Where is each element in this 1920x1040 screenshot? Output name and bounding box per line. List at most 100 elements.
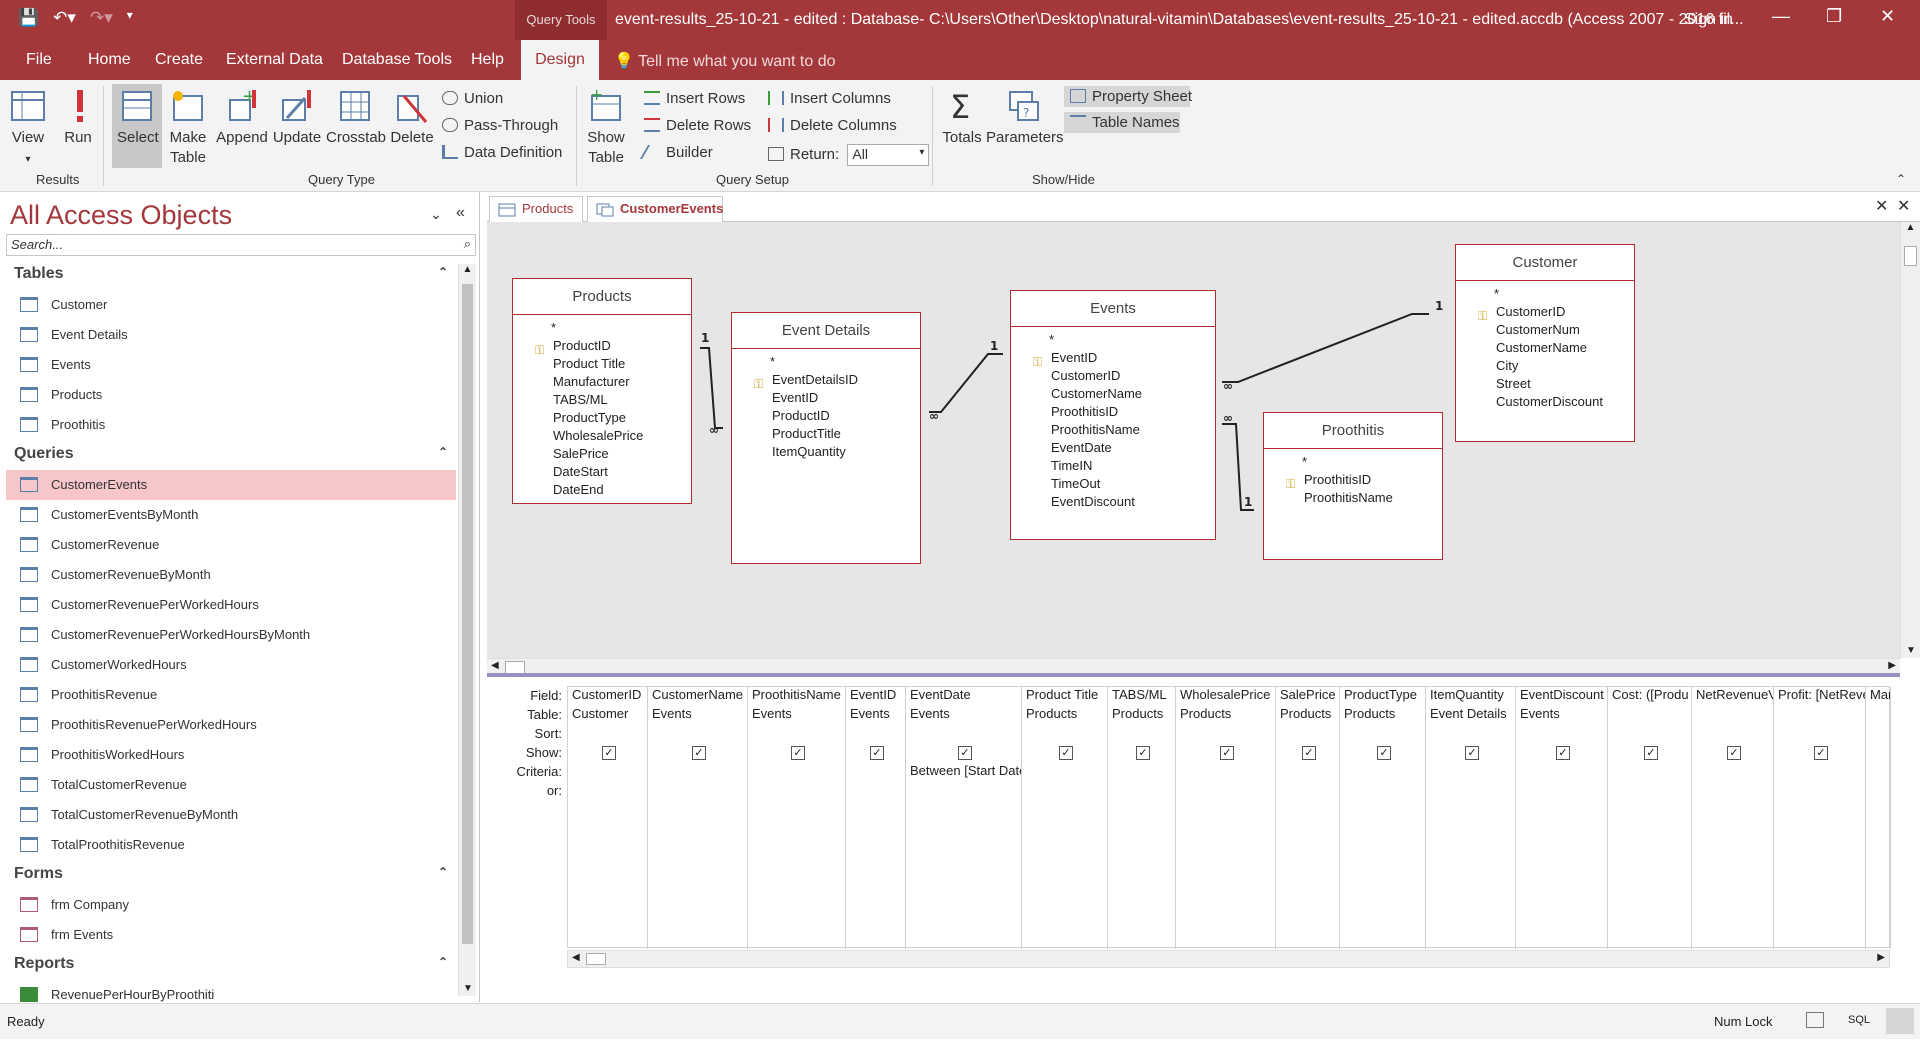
or-cell[interactable] bbox=[1022, 782, 1107, 801]
empty-cell[interactable] bbox=[1516, 858, 1607, 877]
collapse-ribbon-icon[interactable]: ⌃ bbox=[1896, 172, 1906, 186]
field-item[interactable]: Manufacturer bbox=[513, 373, 691, 391]
empty-cell[interactable] bbox=[1426, 839, 1515, 858]
empty-cell[interactable] bbox=[906, 801, 1021, 820]
field-item[interactable]: ⚿ EventID bbox=[1011, 349, 1215, 369]
scroll-down-arrow[interactable]: ▼ bbox=[1901, 645, 1920, 656]
empty-cell[interactable] bbox=[1866, 820, 1890, 839]
nav-pane-title[interactable]: All Access Objects bbox=[10, 200, 232, 231]
or-cell[interactable] bbox=[1516, 782, 1607, 801]
empty-cell[interactable] bbox=[1276, 839, 1339, 858]
field-item[interactable]: ProothitisName bbox=[1011, 421, 1215, 439]
or-cell[interactable] bbox=[906, 782, 1021, 801]
minimize-icon[interactable]: — bbox=[1772, 6, 1790, 27]
show-checkbox[interactable]: ✓ bbox=[1727, 746, 1741, 760]
criteria-cell[interactable] bbox=[1176, 763, 1275, 782]
show-cell[interactable]: ✓ bbox=[906, 744, 1021, 763]
grid-column[interactable]: Product Title Products ✓ bbox=[1022, 687, 1108, 949]
tab-design[interactable]: Design bbox=[521, 40, 599, 80]
field-cell[interactable]: Product Title bbox=[1022, 687, 1107, 706]
collapse-section-icon[interactable]: ⌃ bbox=[438, 955, 448, 969]
nav-item[interactable]: TotalCustomerRevenueByMonth bbox=[6, 800, 456, 830]
empty-cell[interactable] bbox=[1608, 839, 1691, 858]
pass-through-button[interactable]: Pass-Through bbox=[442, 117, 558, 134]
grid-column[interactable]: NetRevenueV ✓ bbox=[1692, 687, 1774, 949]
grid-column[interactable]: CustomerID Customer ✓ bbox=[568, 687, 648, 949]
show-cell[interactable]: ✓ bbox=[1426, 744, 1515, 763]
field-item[interactable]: ProductID bbox=[732, 407, 920, 425]
sql-view-button[interactable]: SQL bbox=[1848, 1014, 1870, 1026]
criteria-cell[interactable] bbox=[1340, 763, 1425, 782]
scroll-up-arrow[interactable]: ▲ bbox=[1901, 222, 1920, 233]
nav-item[interactable]: Event Details bbox=[6, 320, 456, 350]
update-button[interactable]: Update bbox=[272, 88, 322, 148]
nav-item[interactable]: CustomerRevenuePerWorkedHours bbox=[6, 590, 456, 620]
empty-cell[interactable] bbox=[846, 801, 905, 820]
show-cell[interactable]: ✓ bbox=[1276, 744, 1339, 763]
table-window-events[interactable]: Events * ⚿ EventID CustomerID CustomerName Pro… bbox=[1010, 290, 1216, 540]
data-definition-button[interactable]: Data Definition bbox=[442, 144, 562, 161]
show-cell[interactable]: ✓ bbox=[1516, 744, 1607, 763]
criteria-cell[interactable] bbox=[1022, 763, 1107, 782]
nav-scrollbar[interactable]: ▲ ▼ bbox=[458, 264, 476, 996]
or-cell[interactable] bbox=[1276, 782, 1339, 801]
property-sheet-button[interactable]: Property Sheet bbox=[1064, 86, 1192, 107]
sort-cell[interactable] bbox=[906, 725, 1021, 744]
or-cell[interactable] bbox=[1176, 782, 1275, 801]
field-cell[interactable]: WholesalePrice bbox=[1176, 687, 1275, 706]
nav-item[interactable]: Events bbox=[6, 350, 456, 380]
table-cell[interactable]: Products bbox=[1340, 706, 1425, 725]
sign-in-link[interactable]: Sign in bbox=[1684, 11, 1733, 29]
empty-cell[interactable] bbox=[1774, 801, 1865, 820]
table-diagram-canvas[interactable]: 1 ∞ ∞ 1 ∞ 1 ∞ 1 Products * ⚿ ProductID Produ… bbox=[487, 222, 1900, 658]
empty-cell[interactable] bbox=[906, 877, 1021, 896]
empty-cell[interactable] bbox=[1108, 896, 1175, 915]
make-table-button[interactable]: Make Table bbox=[168, 88, 208, 168]
table-window-event-details[interactable]: Event Details * ⚿ EventDetailsID EventID Prod… bbox=[731, 312, 921, 564]
show-cell[interactable]: ✓ bbox=[1340, 744, 1425, 763]
empty-cell[interactable] bbox=[1774, 877, 1865, 896]
empty-cell[interactable] bbox=[1774, 896, 1865, 915]
criteria-cell[interactable] bbox=[1866, 763, 1890, 782]
show-table-button[interactable]: + Show Table bbox=[586, 88, 626, 168]
or-cell[interactable] bbox=[1774, 782, 1865, 801]
field-item[interactable]: ProductTitle bbox=[732, 425, 920, 443]
table-cell[interactable]: Events bbox=[846, 706, 905, 725]
pane-splitter[interactable] bbox=[487, 673, 1900, 677]
empty-cell[interactable] bbox=[1608, 801, 1691, 820]
empty-cell[interactable] bbox=[1516, 801, 1607, 820]
show-checkbox[interactable]: ✓ bbox=[1814, 746, 1828, 760]
empty-cell[interactable] bbox=[1340, 820, 1425, 839]
empty-cell[interactable] bbox=[748, 820, 845, 839]
nav-item[interactable]: CustomerRevenueByMonth bbox=[6, 560, 456, 590]
empty-cell[interactable] bbox=[1692, 820, 1773, 839]
field-cell[interactable]: TABS/ML bbox=[1108, 687, 1175, 706]
empty-cell[interactable] bbox=[1276, 877, 1339, 896]
criteria-cell[interactable] bbox=[1774, 763, 1865, 782]
field-cell[interactable]: Mar bbox=[1866, 687, 1890, 706]
or-cell[interactable] bbox=[648, 782, 747, 801]
field-item[interactable]: CustomerName bbox=[1011, 385, 1215, 403]
empty-cell[interactable] bbox=[1774, 839, 1865, 858]
tab-external-data[interactable]: External Data bbox=[226, 51, 323, 69]
nav-item[interactable]: CustomerWorkedHours bbox=[6, 650, 456, 680]
empty-cell[interactable] bbox=[1108, 801, 1175, 820]
append-button[interactable]: + Append bbox=[216, 88, 268, 148]
field-item[interactable]: EventID bbox=[732, 389, 920, 407]
grid-horizontal-scrollbar[interactable]: ◀ ▶ bbox=[567, 950, 1890, 968]
table-cell[interactable]: Events bbox=[1516, 706, 1607, 725]
empty-cell[interactable] bbox=[1276, 858, 1339, 877]
empty-cell[interactable] bbox=[1022, 839, 1107, 858]
field-cell[interactable]: ProothitisName bbox=[748, 687, 845, 706]
design-view-icon[interactable] bbox=[1886, 1008, 1914, 1034]
empty-cell[interactable] bbox=[1276, 820, 1339, 839]
field-cell[interactable]: ProductType bbox=[1340, 687, 1425, 706]
empty-cell[interactable] bbox=[1608, 858, 1691, 877]
or-cell[interactable] bbox=[568, 782, 647, 801]
nav-item[interactable]: ProothitisRevenue bbox=[6, 680, 456, 710]
sort-cell[interactable] bbox=[648, 725, 747, 744]
table-window-proothitis[interactable]: Proothitis * ⚿ ProothitisID ProothitisName bbox=[1263, 412, 1443, 560]
grid-column[interactable]: WholesalePrice Products ✓ bbox=[1176, 687, 1276, 949]
empty-cell[interactable] bbox=[1108, 839, 1175, 858]
or-cell[interactable] bbox=[1108, 782, 1175, 801]
